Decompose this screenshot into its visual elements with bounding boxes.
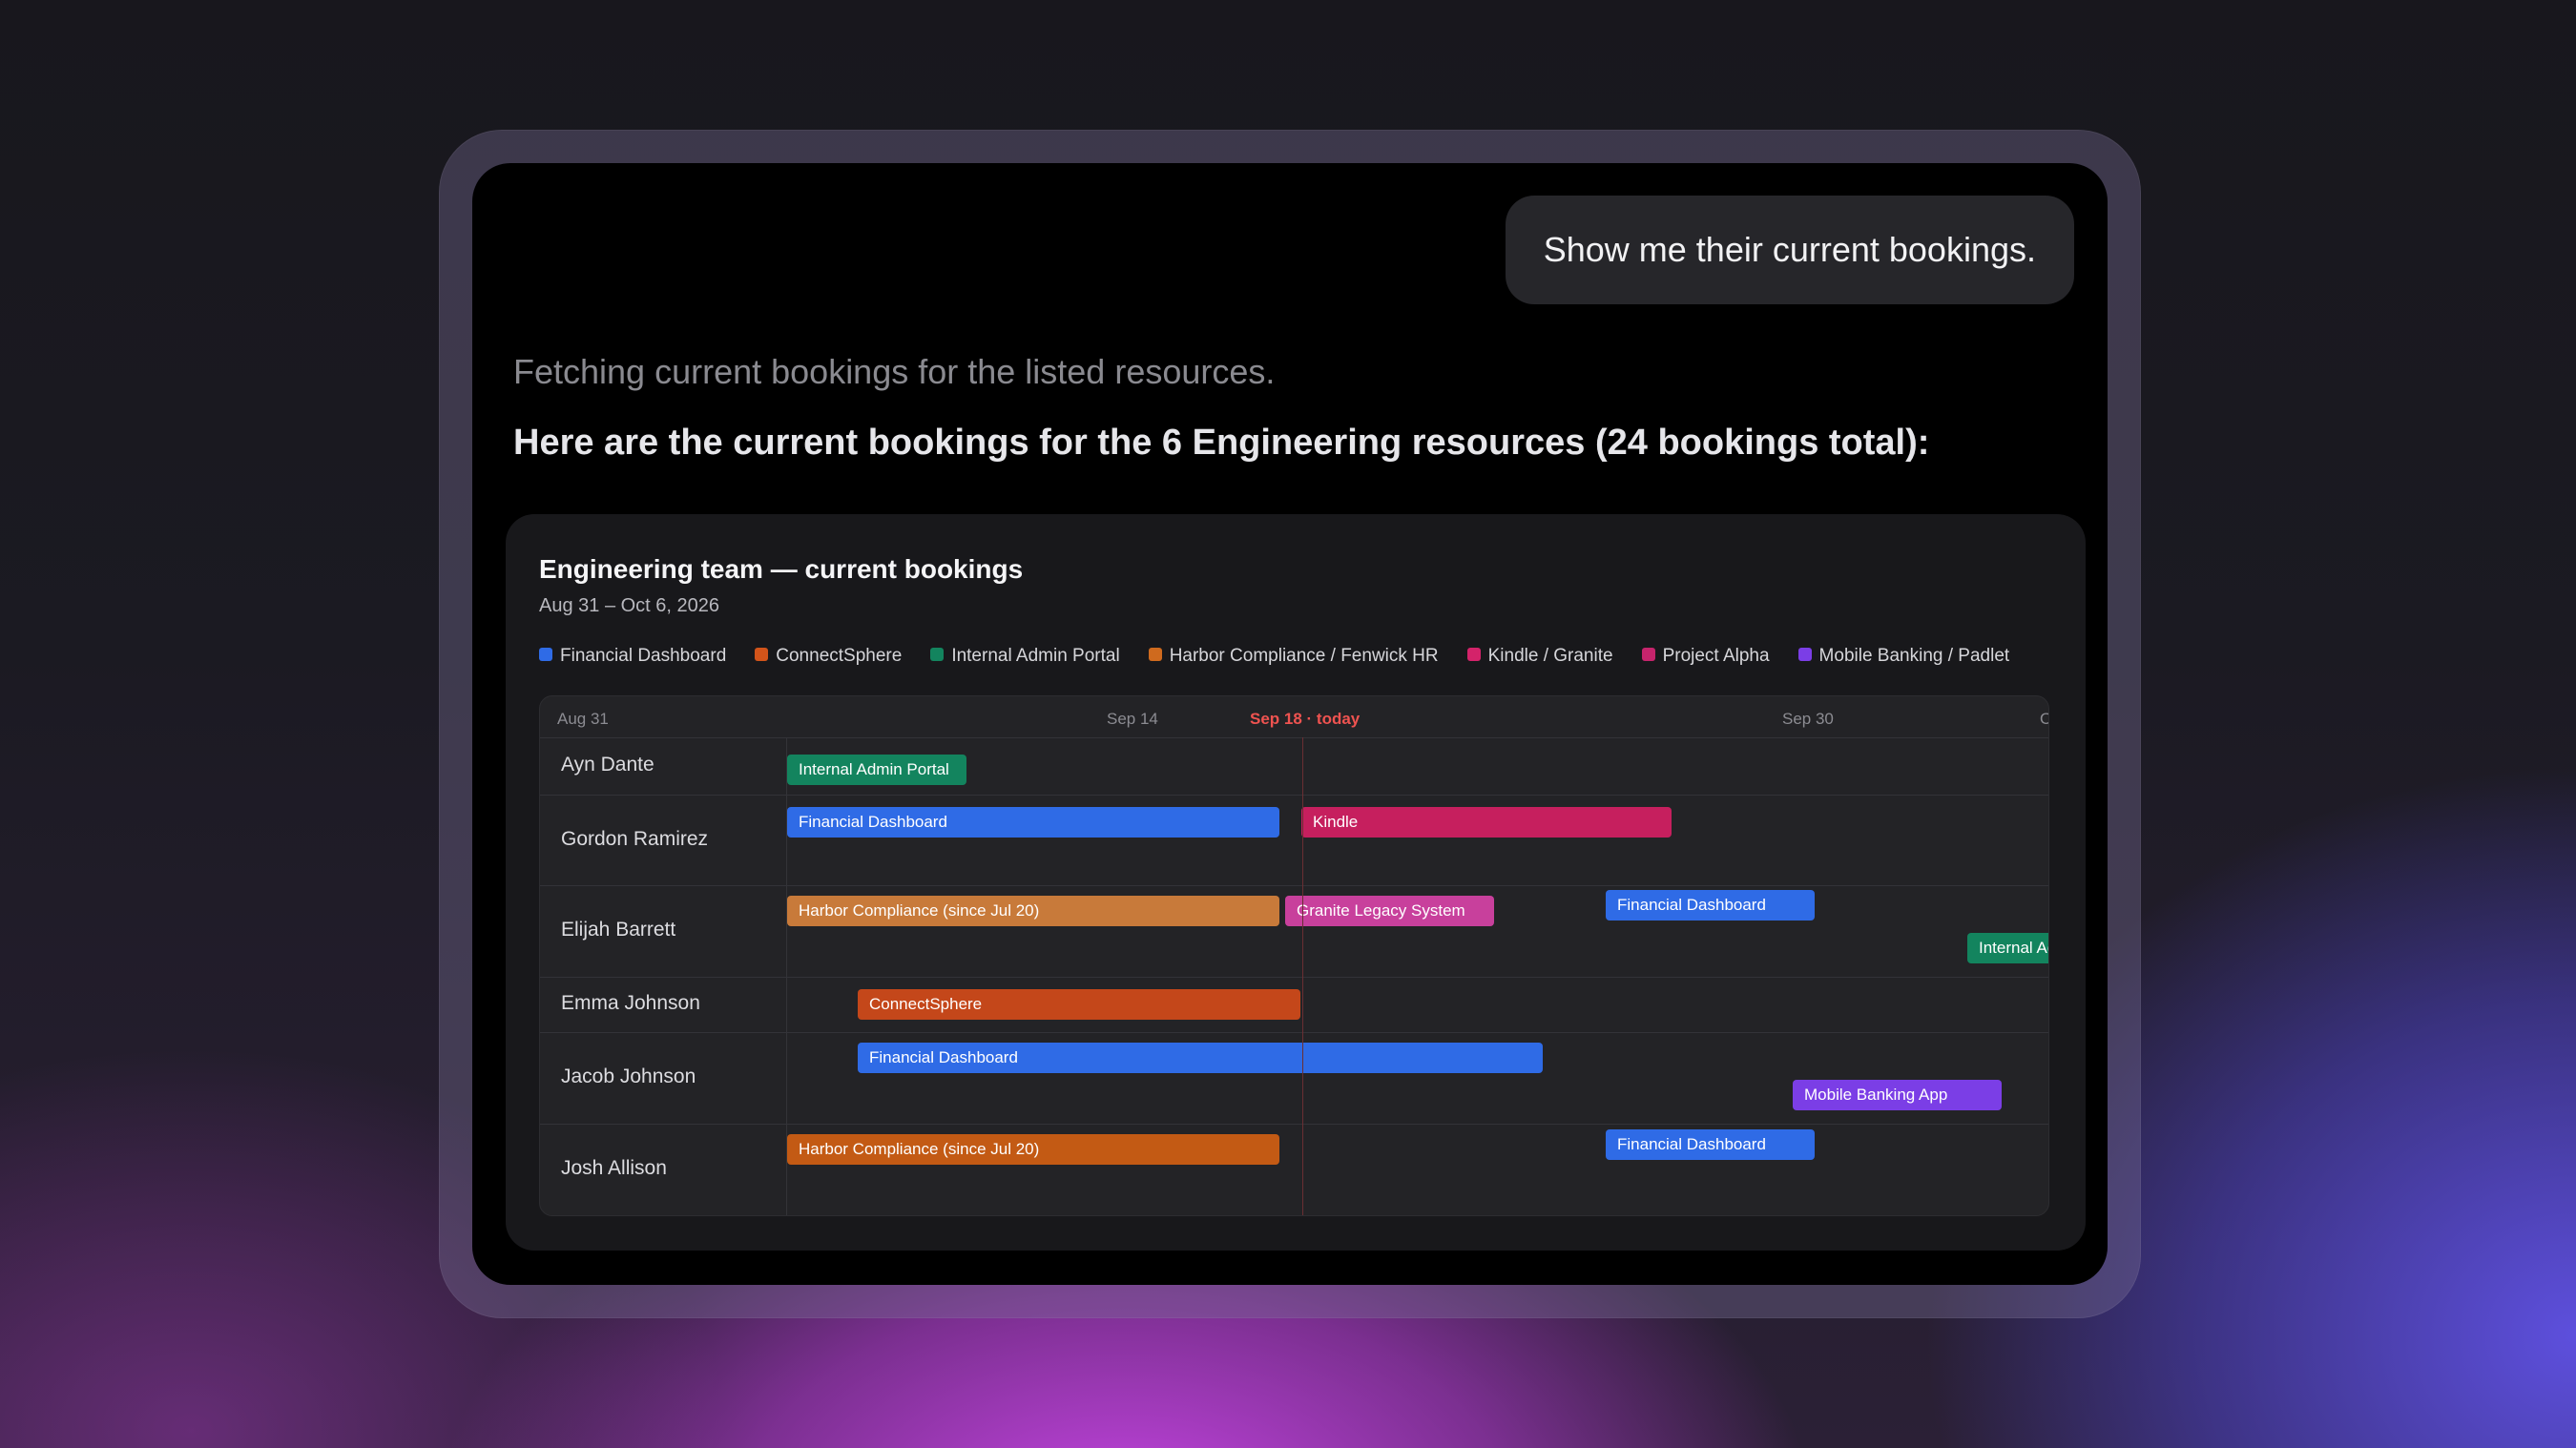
- legend-swatch: [539, 648, 552, 661]
- gantt-row: Ayn Dante Internal Admin Portal: [540, 737, 2048, 796]
- legend-item: Internal Admin Portal: [930, 646, 1120, 667]
- legend-label: Kindle / Granite: [1487, 646, 1613, 666]
- booking-label: Financial Dashboard: [1617, 896, 1766, 914]
- booking-bar[interactable]: Harbor Compliance (since Jul 20): [787, 896, 1279, 926]
- booking-label: Kindle: [1313, 813, 1359, 831]
- resource-name: Josh Allison: [561, 1157, 667, 1179]
- legend-swatch: [930, 648, 945, 661]
- chat-screen: Show me their current bookings. Fetching…: [472, 163, 2108, 1285]
- booking-label: Harbor Compliance (since Jul 20): [799, 1140, 1040, 1158]
- user-message-text: Show me their current bookings.: [1543, 230, 2036, 269]
- user-message-bubble: Show me their current bookings.: [1505, 196, 2074, 304]
- axis-tick-label: Sep 14: [1107, 710, 1158, 728]
- gantt-chart: Aug 31 Sep 14 Sep 18 · today Sep 30 O Ayn Da…: [539, 695, 2049, 1216]
- axis-tick-label: Aug 31: [557, 710, 609, 728]
- legend-swatch: [1148, 648, 1162, 661]
- booking-bar[interactable]: Harbor Compliance (since Jul 20): [787, 1134, 1279, 1165]
- legend-item: Mobile Banking / Padlet: [1797, 646, 2010, 667]
- legend-item: Financial Dashboard: [539, 646, 726, 667]
- legend-swatch: [1797, 648, 1812, 661]
- axis-tick-label: Sep 30: [1782, 710, 1834, 728]
- booking-bar[interactable]: Internal Admin Portal: [1967, 933, 2048, 963]
- booking-label: Internal Admin Portal: [799, 760, 949, 778]
- legend-label: ConnectSphere: [776, 646, 903, 666]
- booking-label: Internal Admin Portal: [1979, 939, 2048, 957]
- resource-name: Jacob Johnson: [561, 1065, 696, 1087]
- resource-name: Elijah Barrett: [561, 919, 676, 941]
- legend-swatch: [755, 648, 769, 661]
- booking-bar[interactable]: Financial Dashboard: [1606, 1129, 1815, 1160]
- booking-label: Financial Dashboard: [869, 1048, 1018, 1066]
- assistant-status: Fetching current bookings for the listed…: [513, 352, 1276, 391]
- booking-bar[interactable]: Financial Dashboard: [1606, 890, 1815, 921]
- booking-bar[interactable]: Internal Admin Portal: [787, 755, 966, 785]
- resource-name: Ayn Dante: [561, 754, 654, 776]
- booking-bar[interactable]: Financial Dashboard: [858, 1043, 1543, 1073]
- card-title: Engineering team — current bookings: [539, 554, 1024, 584]
- legend-item: Kindle / Granite: [1466, 646, 1613, 667]
- gantt-row: Emma Johnson ConnectSphere: [540, 977, 2048, 1033]
- legend-item: Harbor Compliance / Fenwick HR: [1148, 646, 1439, 667]
- legend-swatch: [1466, 648, 1481, 661]
- card-date-range: Aug 31 – Oct 6, 2026: [539, 595, 720, 616]
- today-tick-label: Sep 18 · today: [1250, 710, 1361, 728]
- booking-bar[interactable]: ConnectSphere: [858, 989, 1300, 1020]
- resource-name: Emma Johnson: [561, 992, 700, 1014]
- device-frame: Show me their current bookings. Fetching…: [439, 130, 2141, 1318]
- booking-bar[interactable]: Mobile Banking App: [1793, 1080, 2002, 1110]
- assistant-heading: Here are the current bookings for the 6 …: [513, 423, 1930, 463]
- legend-label: Internal Admin Portal: [951, 646, 1120, 666]
- gantt-row: Elijah Barrett Harbor Compliance (since J…: [540, 885, 2048, 978]
- today-marker-line: [1302, 737, 1303, 1215]
- legend-item: Project Alpha: [1641, 646, 1770, 667]
- timeline-axis: Aug 31 Sep 14 Sep 18 · today Sep 30 O: [540, 696, 2048, 738]
- legend-label: Mobile Banking / Padlet: [1818, 646, 2010, 666]
- gantt-row: Jacob Johnson Financial Dashboard Mobile B…: [540, 1032, 2048, 1125]
- gantt-row: Gordon Ramirez Financial Dashboard Kindle: [540, 795, 2048, 886]
- gantt-row: Josh Allison Harbor Compliance (since Jul…: [540, 1124, 2048, 1215]
- legend: Financial Dashboard ConnectSphere Internal…: [539, 646, 2009, 667]
- booking-bar[interactable]: Kindle: [1301, 807, 1672, 838]
- bookings-card: Engineering team — current bookings Aug …: [506, 514, 2086, 1251]
- legend-label: Project Alpha: [1662, 646, 1770, 666]
- axis-tick-label: O: [2040, 710, 2048, 729]
- booking-label: Harbor Compliance (since Jul 20): [799, 901, 1040, 920]
- legend-item: ConnectSphere: [755, 646, 902, 667]
- booking-bar[interactable]: Financial Dashboard: [787, 807, 1279, 838]
- booking-bar[interactable]: Granite Legacy System: [1285, 896, 1494, 926]
- booking-label: Granite Legacy System: [1297, 901, 1465, 920]
- booking-label: Mobile Banking App: [1804, 1086, 1948, 1104]
- legend-label: Financial Dashboard: [560, 646, 727, 666]
- booking-label: ConnectSphere: [869, 995, 983, 1013]
- resource-name: Gordon Ramirez: [561, 827, 709, 850]
- legend-swatch: [1641, 648, 1655, 661]
- booking-label: Financial Dashboard: [1617, 1135, 1766, 1153]
- legend-label: Harbor Compliance / Fenwick HR: [1169, 646, 1439, 666]
- booking-label: Financial Dashboard: [799, 813, 947, 831]
